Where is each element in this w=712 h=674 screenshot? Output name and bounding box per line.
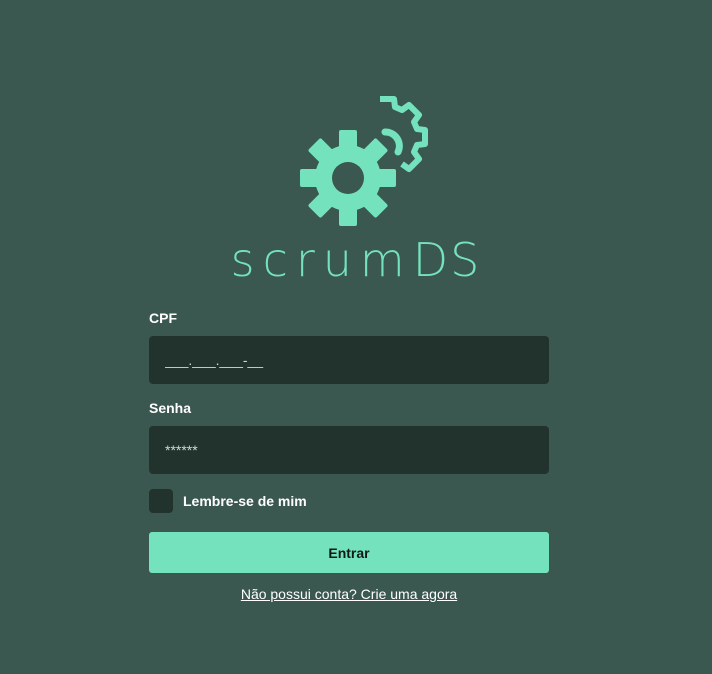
remember-me-checkbox[interactable] [149, 489, 173, 513]
cpf-label: CPF [149, 310, 177, 326]
gears-icon [300, 96, 428, 226]
password-label: Senha [149, 400, 192, 416]
brand-name-lower: scrum [230, 233, 413, 287]
remember-me-label[interactable]: Lembre-se de mim [183, 493, 307, 509]
brand-name-upper: DS [412, 233, 482, 287]
login-page: scrumDS CPF Senha Lembre-se de mim Entra… [0, 0, 712, 674]
login-button[interactable]: Entrar [149, 532, 549, 573]
brand-name: scrumDS [0, 232, 712, 288]
remember-me: Lembre-se de mim [149, 489, 307, 513]
password-input[interactable] [149, 426, 549, 474]
cpf-input[interactable] [149, 336, 549, 384]
signup-link[interactable]: Não possui conta? Crie uma agora [149, 585, 549, 603]
